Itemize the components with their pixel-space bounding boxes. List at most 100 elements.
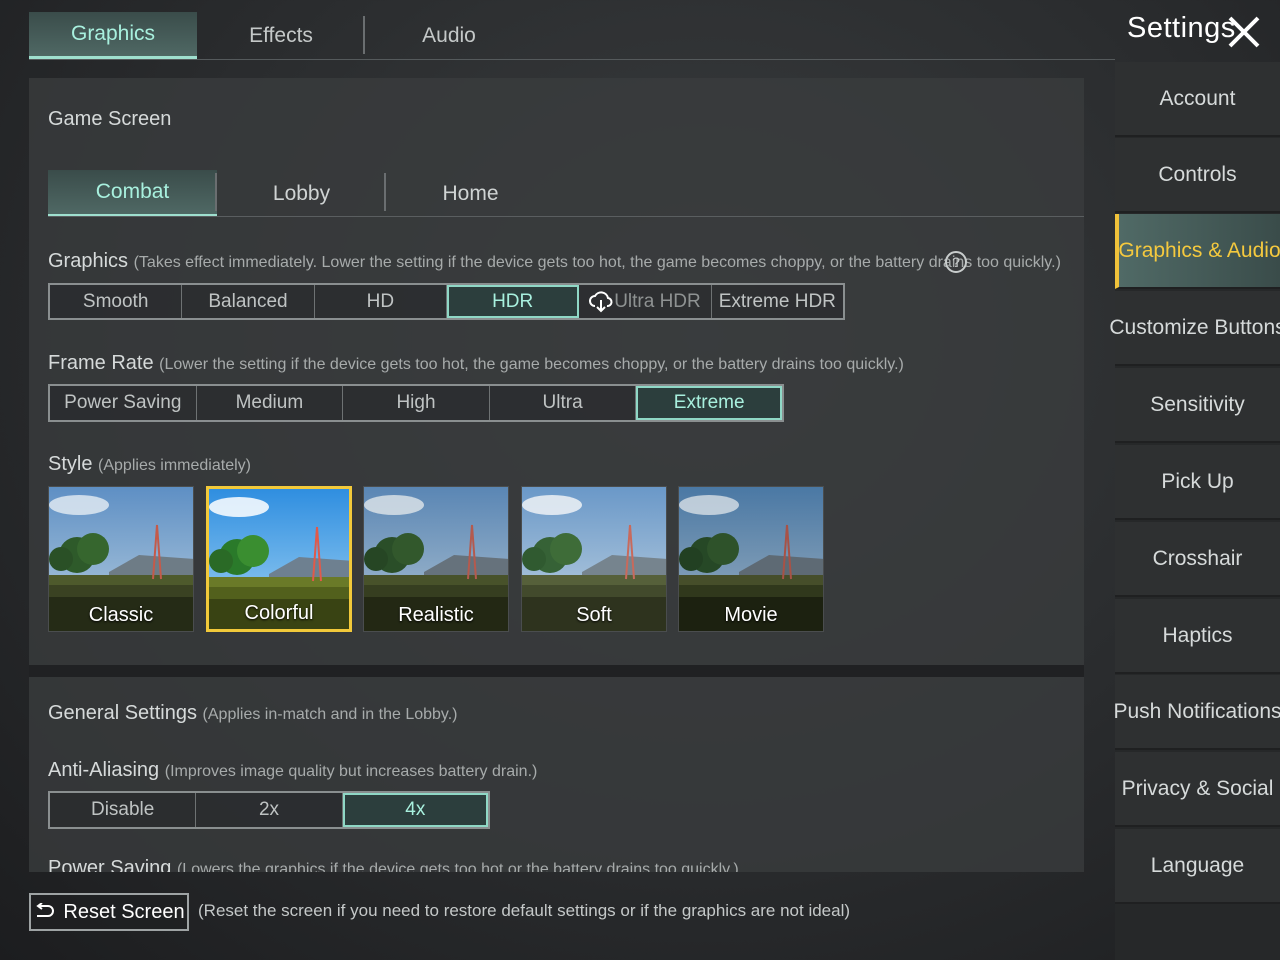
tab-lobby[interactable]: Lobby xyxy=(217,170,386,217)
tab-effects-label: Effects xyxy=(249,23,313,47)
frame-rate-option-power-saving[interactable]: Power Saving xyxy=(50,386,197,420)
svg-text:?: ? xyxy=(952,254,960,270)
style-heading: Style (Applies immediately) xyxy=(48,453,251,476)
graphics-heading: Graphics (Takes effect immediately. Lowe… xyxy=(48,250,1061,273)
sidebar-item-label: Customize Buttons xyxy=(1109,315,1280,339)
frame-rate-selector: Power Saving Medium High Ultra Extreme xyxy=(48,384,784,422)
sidebar-item-label: Haptics xyxy=(1162,623,1233,647)
style-card-label: Colorful xyxy=(244,602,314,624)
power-saving-label: Power Saving xyxy=(48,857,172,872)
option-label: High xyxy=(396,392,436,413)
sidebar-item-customize-buttons[interactable]: Customize Buttons xyxy=(1109,291,1280,366)
anti-aliasing-option-2x[interactable]: 2x xyxy=(196,793,343,827)
help-icon[interactable]: ? xyxy=(944,250,968,274)
style-card-soft[interactable]: Soft xyxy=(521,486,667,632)
tab-combat-label: Combat xyxy=(95,180,170,203)
tab-home[interactable]: Home xyxy=(386,170,555,217)
sidebar-item-label: Pick Up xyxy=(1161,469,1234,493)
sidebar-item-pick-up[interactable]: Pick Up xyxy=(1115,445,1280,520)
graphics-option-hdr[interactable]: HDR xyxy=(446,285,580,318)
option-label: Smooth xyxy=(82,290,149,312)
tab-effects[interactable]: Effects xyxy=(197,12,365,59)
anti-aliasing-option-4x[interactable]: 4x xyxy=(342,793,488,827)
tab-combat[interactable]: Combat xyxy=(48,170,217,217)
sidebar-item-label: Language xyxy=(1150,853,1245,877)
option-label: 4x xyxy=(405,799,426,820)
graphics-option-extreme-hdr[interactable]: Extreme HDR xyxy=(712,285,843,318)
sidebar-item-haptics[interactable]: Haptics xyxy=(1115,599,1280,674)
settings-sidebar: Account Controls Graphics & Audio Custom… xyxy=(1109,62,1280,960)
sub-tab-underline xyxy=(48,216,1084,217)
option-label: Extreme HDR xyxy=(718,290,836,312)
style-card-movie[interactable]: Movie xyxy=(678,486,824,632)
general-settings-heading: General Settings (Applies in-match and i… xyxy=(48,702,458,725)
close-button[interactable] xyxy=(1226,14,1262,50)
graphics-option-smooth[interactable]: Smooth xyxy=(50,285,183,318)
style-card-colorful[interactable]: Colorful xyxy=(206,486,352,632)
frame-rate-note: (Lower the setting if the device gets to… xyxy=(159,356,904,373)
sidebar-item-graphics-audio[interactable]: Graphics & Audio xyxy=(1115,214,1280,289)
sidebar-item-account[interactable]: Account xyxy=(1115,62,1280,137)
style-card-label: Movie xyxy=(724,604,778,626)
option-label: Ultra xyxy=(542,392,583,413)
cloud-download-icon xyxy=(589,290,613,312)
sidebar-item-label: Controls xyxy=(1158,162,1237,186)
sidebar-item-privacy-social[interactable]: Privacy & Social xyxy=(1115,752,1280,827)
style-card-label: Realistic xyxy=(398,604,474,626)
tab-graphics-label: Graphics xyxy=(70,22,156,45)
tab-home-label: Home xyxy=(442,181,499,205)
style-label: Style xyxy=(48,453,93,475)
frame-rate-option-extreme[interactable]: Extreme xyxy=(636,386,782,420)
undo-icon xyxy=(36,903,55,917)
sidebar-item-label: Sensitivity xyxy=(1150,392,1245,416)
power-saving-heading: Power Saving (Lowers the graphics if the… xyxy=(48,857,739,872)
power-saving-note: (Lowers the graphics if the device gets … xyxy=(176,861,739,872)
sidebar-item-language[interactable]: Language xyxy=(1115,829,1280,904)
sidebar-item-sensitivity[interactable]: Sensitivity xyxy=(1115,368,1280,443)
reset-screen-button[interactable]: Reset Screen xyxy=(29,893,189,931)
option-label: HD xyxy=(366,290,395,312)
option-label: 2x xyxy=(258,799,280,820)
tab-underline xyxy=(29,59,1115,60)
graphics-option-balanced[interactable]: Balanced xyxy=(182,285,315,318)
sidebar-item-controls[interactable]: Controls xyxy=(1115,138,1280,213)
tab-lobby-label: Lobby xyxy=(272,181,331,205)
sidebar-item-label: Privacy & Social xyxy=(1121,776,1274,800)
reset-screen-note: (Reset the screen if you need to restore… xyxy=(198,901,851,920)
option-label: Medium xyxy=(235,392,304,413)
option-label: HDR xyxy=(492,290,534,312)
graphics-quality-selector: Smooth Balanced HD HDR Ultra HDR Extreme… xyxy=(48,283,845,320)
option-label: Extreme xyxy=(673,392,745,413)
anti-aliasing-option-disable[interactable]: Disable xyxy=(50,793,197,827)
anti-aliasing-note: (Improves image quality but increases ba… xyxy=(164,763,538,780)
option-label: Power Saving xyxy=(64,392,182,413)
style-card-classic[interactable]: Classic xyxy=(48,486,194,632)
style-card-realistic[interactable]: Realistic xyxy=(363,486,509,632)
frame-rate-heading: Frame Rate (Lower the setting if the dev… xyxy=(48,352,904,375)
game-screen-title: Game Screen xyxy=(48,108,172,130)
frame-rate-option-ultra[interactable]: Ultra xyxy=(490,386,637,420)
style-card-label: Classic xyxy=(88,604,154,626)
option-label: Balanced xyxy=(208,290,288,312)
style-note: (Applies immediately) xyxy=(98,457,251,474)
game-screen-tabs: Combat Lobby Home xyxy=(48,170,555,217)
page-title: Settings xyxy=(1127,12,1236,44)
panel-divider xyxy=(29,665,1084,677)
tab-graphics[interactable]: Graphics xyxy=(29,12,197,59)
graphics-option-hd[interactable]: HD xyxy=(315,285,447,318)
sidebar-item-crosshair[interactable]: Crosshair xyxy=(1115,522,1280,597)
top-tab-bar: Graphics Effects Audio xyxy=(29,12,533,59)
sidebar-item-label: Push Notifications xyxy=(1113,699,1280,723)
graphics-option-ultra-hdr[interactable]: Ultra HDR xyxy=(579,285,712,318)
close-icon xyxy=(1228,16,1260,48)
frame-rate-option-medium[interactable]: Medium xyxy=(197,386,344,420)
option-label: Ultra HDR xyxy=(614,290,701,312)
graphics-note: (Takes effect immediately. Lower the set… xyxy=(133,254,1061,271)
anti-aliasing-label: Anti-Aliasing xyxy=(48,759,160,781)
tab-audio-label: Audio xyxy=(422,23,476,47)
option-label: Disable xyxy=(90,799,155,820)
tab-audio[interactable]: Audio xyxy=(365,12,533,59)
sidebar-item-label: Crosshair xyxy=(1152,546,1243,570)
sidebar-item-push-notifications[interactable]: Push Notifications xyxy=(1113,675,1280,750)
frame-rate-option-high[interactable]: High xyxy=(343,386,490,420)
